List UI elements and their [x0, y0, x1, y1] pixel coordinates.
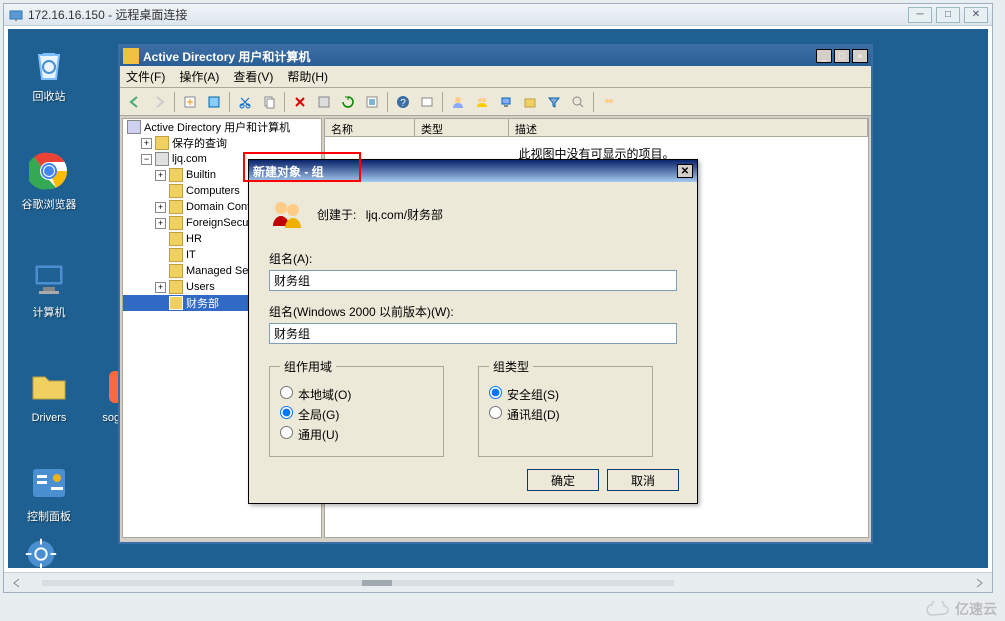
toolbar-props2-button[interactable] [313, 91, 335, 113]
expand-icon[interactable]: + [141, 138, 152, 149]
dialog-close-button[interactable]: ✕ [677, 164, 693, 178]
tree-root[interactable]: Active Directory 用户和计算机 [123, 119, 321, 135]
folder-icon [155, 136, 169, 150]
desktop-icon-control-panel[interactable]: 控制面板 [14, 461, 84, 524]
scroll-left-icon[interactable] [12, 578, 22, 588]
column-description[interactable]: 描述 [509, 119, 868, 136]
ad-titlebar[interactable]: Active Directory 用户和计算机 _ □ × [120, 46, 871, 66]
toolbar-user-icon[interactable] [447, 91, 469, 113]
toolbar-ou-icon[interactable] [519, 91, 541, 113]
group-name-2000-input[interactable] [269, 323, 677, 344]
ad-app-icon [123, 48, 139, 64]
menu-view[interactable]: 查看(V) [233, 68, 273, 85]
group-type-legend: 组类型 [489, 358, 533, 375]
desktop-icon-chrome[interactable]: 谷歌浏览器 [14, 149, 84, 212]
group-name-label: 组名(A): [269, 250, 677, 267]
menu-help[interactable]: 帮助(H) [287, 68, 328, 85]
toolbar-raise-button[interactable] [598, 91, 620, 113]
toolbar-new-button[interactable] [179, 91, 201, 113]
ok-button[interactable]: 确定 [527, 469, 599, 491]
desktop-icon-drivers[interactable]: Drivers [14, 365, 84, 424]
scope-option-global[interactable]: 全局(G) [280, 406, 433, 423]
scope-option-local[interactable]: 本地域(O) [280, 386, 433, 403]
toolbar-properties-button[interactable] [203, 91, 225, 113]
desktop-icon-computer[interactable]: 计算机 [14, 257, 84, 320]
tree-saved-queries[interactable]: +保存的查询 [123, 135, 321, 151]
rdp-title: 172.16.16.150 - 远程桌面连接 [28, 6, 908, 23]
type-option-security[interactable]: 安全组(S) [489, 386, 642, 403]
group-type-fieldset: 组类型 安全组(S) 通讯组(D) [478, 358, 653, 457]
ad-close-button[interactable]: × [852, 49, 868, 63]
rdp-maximize-button[interactable]: □ [936, 7, 960, 23]
column-name[interactable]: 名称 [325, 119, 415, 136]
rdp-minimize-button[interactable]: ─ [908, 7, 932, 23]
type-option-distribution[interactable]: 通讯组(D) [489, 406, 642, 423]
toolbar-filter-icon[interactable] [543, 91, 565, 113]
collapse-icon[interactable]: − [141, 154, 152, 165]
cancel-button[interactable]: 取消 [607, 469, 679, 491]
annotation-red-box [243, 152, 361, 182]
group-name-2000-label: 组名(Windows 2000 以前版本)(W): [269, 303, 677, 320]
svg-text:?: ? [400, 98, 406, 109]
ad-minimize-button[interactable]: _ [816, 49, 832, 63]
toolbar-search-icon[interactable] [567, 91, 589, 113]
recycle-bin-icon [27, 41, 71, 85]
menu-file[interactable]: 文件(F) [126, 68, 165, 85]
created-in-value: ljq.com/财务部 [366, 208, 443, 222]
chrome-icon [27, 149, 71, 193]
toolbar-forward-button[interactable] [148, 91, 170, 113]
toolbar-help-button[interactable]: ? [392, 91, 414, 113]
created-in-label: 创建于: [317, 208, 356, 222]
group-scope-fieldset: 组作用域 本地域(O) 全局(G) 通用(U) [269, 358, 444, 457]
control-panel-icon [27, 461, 71, 505]
list-header: 名称 类型 描述 [325, 119, 868, 137]
ad-menubar: 文件(F) 操作(A) 查看(V) 帮助(H) [120, 66, 871, 88]
tool-icon [127, 120, 141, 134]
ad-toolbar: ? [120, 88, 871, 116]
toolbar-refresh-button[interactable] [337, 91, 359, 113]
rdp-window: 172.16.16.150 - 远程桌面连接 ─ □ ✕ 回收站 谷歌浏览器 计… [3, 3, 993, 593]
toolbar-computer-icon[interactable] [495, 91, 517, 113]
computer-icon [27, 257, 71, 301]
toolbar-export-button[interactable] [361, 91, 383, 113]
toolbar-cut-button[interactable] [234, 91, 256, 113]
scroll-thumb[interactable] [362, 580, 392, 586]
scroll-track[interactable] [42, 580, 674, 586]
toolbar-group-icon[interactable] [471, 91, 493, 113]
toolbar-delete-button[interactable] [289, 91, 311, 113]
watermark: 亿速云 [925, 599, 997, 619]
desktop-icon-recycle-bin[interactable]: 回收站 [14, 41, 84, 104]
scope-option-universal[interactable]: 通用(U) [280, 426, 433, 443]
group-wizard-icon [269, 196, 305, 232]
ad-maximize-button[interactable]: □ [834, 49, 850, 63]
menu-action[interactable]: 操作(A) [179, 68, 219, 85]
folder-icon [27, 365, 71, 409]
ad-title: Active Directory 用户和计算机 [143, 48, 814, 65]
toolbar-copy-button[interactable] [258, 91, 280, 113]
toolbar-find-button[interactable] [416, 91, 438, 113]
toolbar-back-button[interactable] [124, 91, 146, 113]
rdp-icon [8, 7, 24, 23]
group-scope-legend: 组作用域 [280, 358, 336, 375]
column-type[interactable]: 类型 [415, 119, 509, 136]
domain-icon [155, 152, 169, 166]
remote-desktop[interactable]: 回收站 谷歌浏览器 计算机 Drivers 控制面板 S sogou_... [8, 29, 988, 568]
rdp-titlebar[interactable]: 172.16.16.150 - 远程桌面连接 ─ □ ✕ [4, 4, 992, 26]
new-group-dialog: 新建对象 - 组 ✕ 创建于: ljq.com/财务部 组名 [248, 159, 698, 504]
scroll-right-icon[interactable] [974, 578, 984, 588]
rdp-close-button[interactable]: ✕ [964, 7, 988, 23]
rdp-scrollbar[interactable] [4, 572, 992, 592]
group-name-input[interactable] [269, 270, 677, 291]
